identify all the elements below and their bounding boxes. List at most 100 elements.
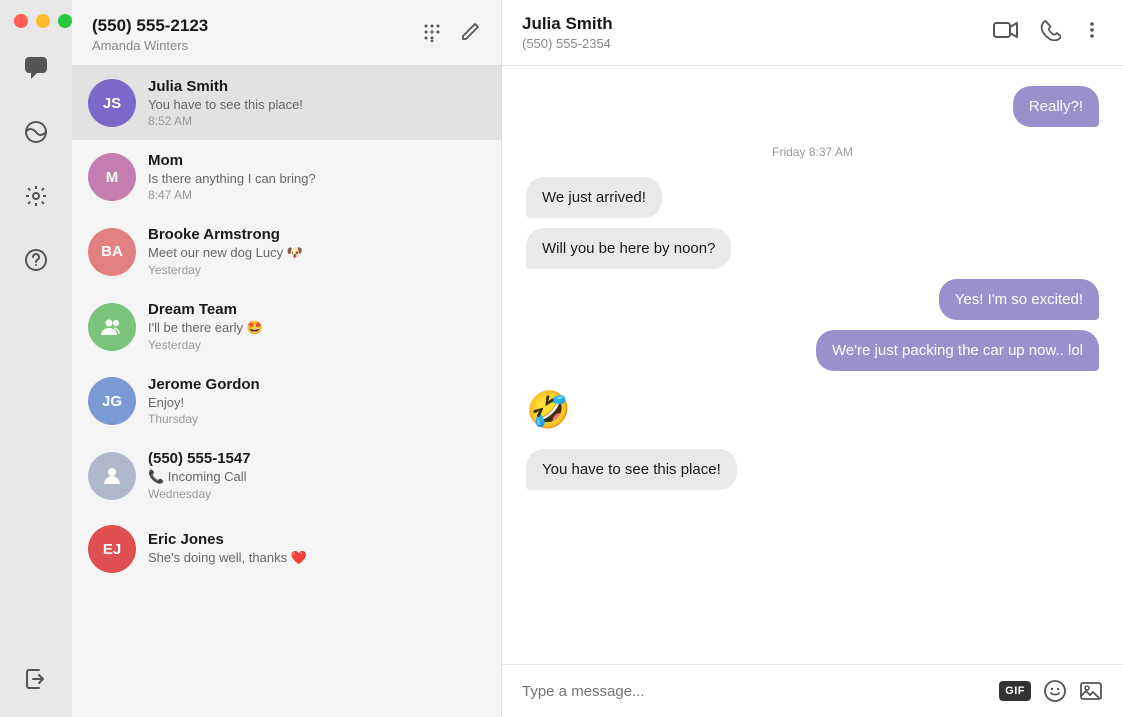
chat-bubble-icon	[23, 55, 49, 81]
conv-item-julia-smith[interactable]: JS Julia Smith You have to see this plac…	[72, 66, 501, 140]
conv-preview: You have to see this place!	[148, 97, 485, 112]
conv-info: Dream Team I'll be there early 🤩 Yesterd…	[148, 301, 485, 352]
conv-item-dream-team[interactable]: Dream Team I'll be there early 🤩 Yesterd…	[72, 289, 501, 364]
gif-button[interactable]: GIF	[999, 681, 1031, 701]
conv-name: (550) 555-1547	[148, 450, 485, 467]
conv-info: (550) 555-1547 📞 Incoming Call Wednesday	[148, 450, 485, 501]
conv-preview: Enjoy!	[148, 395, 485, 410]
conv-time: Yesterday	[148, 338, 485, 352]
chat-header: Julia Smith (550) 555-2354	[502, 0, 1123, 66]
conversation-list: JS Julia Smith You have to see this plac…	[72, 66, 501, 717]
avatar: JG	[88, 377, 136, 425]
conv-preview: Meet our new dog Lucy 🐶	[148, 245, 485, 261]
avatar: M	[88, 153, 136, 201]
conv-header-actions	[421, 21, 481, 48]
user-phone: (550) 555-2123	[92, 16, 208, 36]
message-bubble-msg-arrived: We just arrived!	[526, 177, 662, 218]
user-name: Amanda Winters	[92, 38, 208, 53]
settings-gear-icon	[24, 184, 48, 208]
conv-time: 8:47 AM	[148, 188, 485, 202]
message-bubble-msg-see-place: You have to see this place!	[526, 449, 737, 490]
emoji-button[interactable]	[1043, 679, 1067, 703]
phone-call-button[interactable]	[1039, 19, 1061, 47]
traffic-lights	[14, 14, 72, 28]
conv-item-jerome-gordon[interactable]: JG Jerome Gordon Enjoy! Thursday	[72, 364, 501, 438]
avatar: BA	[88, 228, 136, 276]
conv-time: 8:52 AM	[148, 114, 485, 128]
message-row: You have to see this place!	[526, 449, 1099, 490]
message-input[interactable]	[522, 683, 987, 700]
video-call-button[interactable]	[993, 20, 1019, 46]
compose-button[interactable]	[459, 21, 481, 48]
message-row: Yes! I'm so excited!	[526, 279, 1099, 320]
avatar	[88, 303, 136, 351]
timestamp-divider: Friday 8:37 AM	[526, 145, 1099, 159]
maximize-button[interactable]	[58, 14, 72, 28]
conv-preview: 📞 Incoming Call	[148, 469, 485, 485]
conv-preview: Is there anything I can bring?	[148, 171, 485, 186]
avatar: EJ	[88, 525, 136, 573]
conv-preview: She's doing well, thanks ❤️	[148, 550, 485, 566]
chat-contact-info: Julia Smith (550) 555-2354	[522, 14, 613, 51]
conv-time: Thursday	[148, 412, 485, 426]
chat-panel: Julia Smith (550) 555-2354	[502, 0, 1123, 717]
help-icon	[24, 248, 48, 272]
phone-icon	[1039, 19, 1061, 41]
message-bubble-msg-emoji: 🤣	[526, 381, 571, 439]
conv-info: Brooke Armstrong Meet our new dog Lucy 🐶…	[148, 226, 485, 277]
conv-preview: I'll be there early 🤩	[148, 320, 485, 336]
conv-name: Mom	[148, 152, 485, 169]
sidebar-item-settings[interactable]	[18, 178, 54, 214]
sidebar	[0, 0, 72, 717]
conv-name: Jerome Gordon	[148, 376, 485, 393]
compose-icon	[459, 21, 481, 43]
conv-time: Yesterday	[148, 263, 485, 277]
keypad-icon	[421, 21, 443, 43]
conv-item-brooke-armstrong[interactable]: BA Brooke Armstrong Meet our new dog Luc…	[72, 214, 501, 289]
conv-name: Brooke Armstrong	[148, 226, 485, 243]
logout-icon	[24, 667, 48, 691]
close-button[interactable]	[14, 14, 28, 28]
chat-input-area: GIF	[502, 664, 1123, 717]
sidebar-item-help[interactable]	[18, 242, 54, 278]
conv-item-unknown-number[interactable]: (550) 555-1547 📞 Incoming Call Wednesday	[72, 438, 501, 513]
emoji-icon	[1043, 679, 1067, 703]
conv-info: Eric Jones She's doing well, thanks ❤️	[148, 531, 485, 568]
message-row: Will you be here by noon?	[526, 228, 1099, 269]
message-row: 🤣	[526, 381, 1099, 439]
message-bubble-msg-excited: Yes! I'm so excited!	[939, 279, 1099, 320]
sidebar-item-messages[interactable]	[18, 50, 54, 86]
conv-name: Dream Team	[148, 301, 485, 318]
activity-icon	[24, 120, 48, 144]
messages-area: Really?! Friday 8:37 AM We just arrived! Wi…	[502, 66, 1123, 664]
image-icon	[1079, 679, 1103, 703]
image-button[interactable]	[1079, 679, 1103, 703]
conv-time: Wednesday	[148, 487, 485, 501]
sidebar-item-logout[interactable]	[18, 661, 54, 697]
conv-name: Eric Jones	[148, 531, 485, 548]
sidebar-item-activity[interactable]	[18, 114, 54, 150]
minimize-button[interactable]	[36, 14, 50, 28]
avatar	[88, 452, 136, 500]
message-row: Really?!	[526, 86, 1099, 127]
conv-name: Julia Smith	[148, 78, 485, 95]
keypad-button[interactable]	[421, 21, 443, 48]
more-icon	[1081, 19, 1103, 41]
conv-info: Julia Smith You have to see this place! …	[148, 78, 485, 128]
chat-contact-number: (550) 555-2354	[522, 36, 613, 51]
video-icon	[993, 20, 1019, 40]
conv-info: Mom Is there anything I can bring? 8:47 …	[148, 152, 485, 202]
chat-header-actions	[993, 19, 1103, 47]
message-row: We're just packing the car up now.. lol	[526, 330, 1099, 371]
conv-info: Jerome Gordon Enjoy! Thursday	[148, 376, 485, 426]
conv-header-title-block: (550) 555-2123 Amanda Winters	[92, 16, 208, 53]
conversation-panel: (550) 555-2123 Amanda Winters	[72, 0, 502, 717]
message-bubble-msg-really: Really?!	[1013, 86, 1099, 127]
conv-header: (550) 555-2123 Amanda Winters	[72, 0, 501, 66]
more-options-button[interactable]	[1081, 19, 1103, 47]
conv-item-mom[interactable]: M Mom Is there anything I can bring? 8:4…	[72, 140, 501, 214]
message-bubble-msg-packing: We're just packing the car up now.. lol	[816, 330, 1099, 371]
message-bubble-msg-noon: Will you be here by noon?	[526, 228, 731, 269]
conv-item-eric-jones[interactable]: EJ Eric Jones She's doing well, thanks ❤…	[72, 513, 501, 585]
message-row: We just arrived!	[526, 177, 1099, 218]
